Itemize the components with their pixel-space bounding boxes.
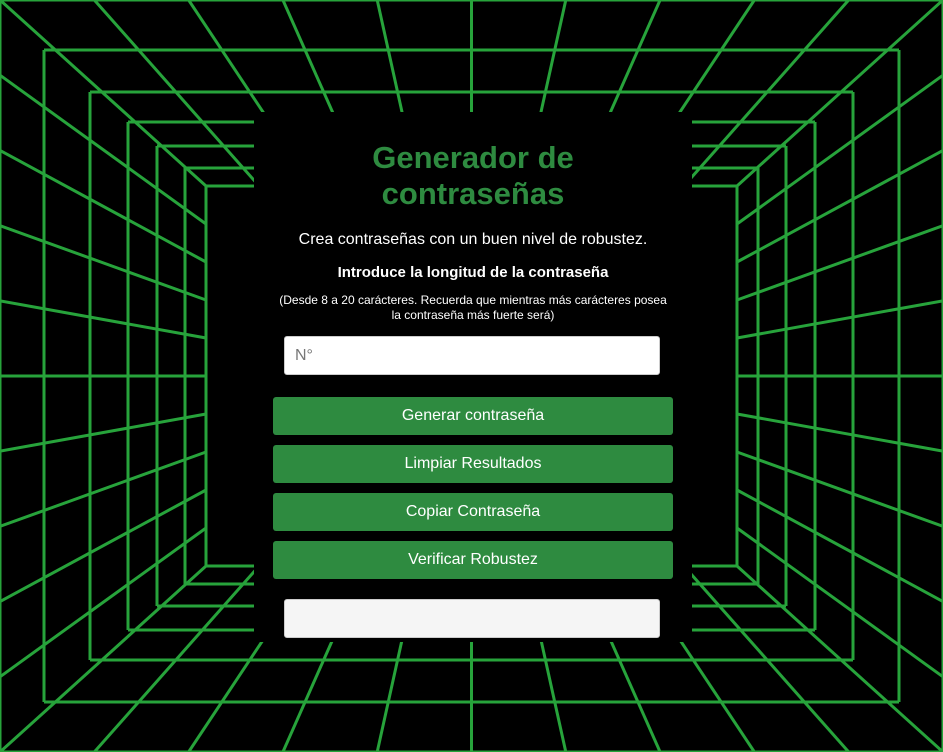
verify-strength-button[interactable]: Verificar Robustez: [273, 541, 673, 579]
grid-line: [736, 526, 943, 679]
page-title: Generador de contraseñas: [372, 140, 574, 211]
grid-line: [736, 299, 943, 340]
generator-card: Generador de contraseñas Crea contraseña…: [254, 112, 692, 642]
copy-password-button[interactable]: Copiar Contraseña: [273, 493, 673, 531]
length-input[interactable]: [284, 336, 660, 375]
generate-password-button[interactable]: Generar contraseña: [273, 397, 673, 435]
grid-line: [736, 73, 943, 226]
grid-line: [0, 299, 207, 340]
length-note: (Desde 8 a 20 carácteres. Recuerda que m…: [279, 293, 667, 322]
grid-line: [736, 488, 943, 603]
grid-line: [0, 412, 207, 453]
grid-line: [0, 73, 207, 226]
grid-line: [736, 412, 943, 453]
grid-line: [736, 224, 943, 302]
grid-line: [0, 224, 207, 302]
password-output-field[interactable]: [284, 599, 660, 638]
grid-line: [0, 450, 207, 528]
grid-line: [736, 450, 943, 528]
clear-results-button[interactable]: Limpiar Resultados: [273, 445, 673, 483]
grid-line: [736, 149, 943, 264]
grid-line: [0, 526, 207, 679]
grid-line: [0, 149, 207, 264]
subtitle: Crea contraseñas con un buen nivel de ro…: [298, 231, 648, 248]
length-label: Introduce la longitud de la contraseña: [337, 264, 609, 281]
grid-line: [0, 488, 207, 603]
